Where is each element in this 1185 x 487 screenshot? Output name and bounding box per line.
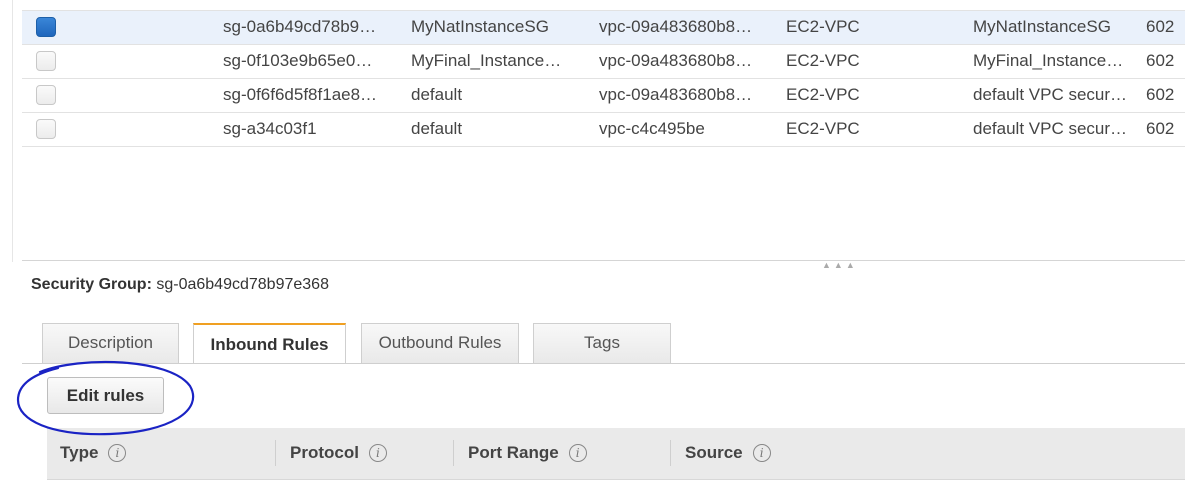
group-id-cell: sg-0f6f6d5f8f1ae8… bbox=[223, 85, 378, 104]
description-cell: MyFinal_Instance… bbox=[973, 51, 1124, 70]
type-cell: EC2-VPC bbox=[786, 119, 860, 138]
vpc-id-cell: vpc-09a483680b8… bbox=[599, 85, 753, 104]
owner-cell: 602 bbox=[1146, 119, 1175, 138]
rules-table-header: Type i Protocol i Port Range i Source i bbox=[47, 428, 1185, 480]
column-header-label: Type bbox=[60, 443, 99, 462]
type-cell: EC2-VPC bbox=[786, 51, 860, 70]
vpc-id-cell: vpc-09a483680b8… bbox=[599, 51, 753, 70]
info-icon[interactable]: i bbox=[568, 444, 587, 462]
column-separator bbox=[453, 440, 454, 466]
group-name-cell: MyNatInstanceSG bbox=[411, 17, 549, 36]
row-checkbox[interactable] bbox=[36, 119, 56, 139]
table-row[interactable]: sg-0a6b49cd78b9… MyNatInstanceSG vpc-09a… bbox=[22, 11, 1185, 45]
pane-splitter[interactable] bbox=[22, 260, 1185, 261]
table-row[interactable]: sg-a34c03f1 default vpc-c4c495be EC2-VPC… bbox=[22, 113, 1185, 147]
edit-rules-button[interactable]: Edit rules bbox=[47, 377, 164, 414]
tab-description[interactable]: Description bbox=[42, 323, 179, 363]
vpc-id-cell: vpc-c4c495be bbox=[599, 119, 705, 138]
column-header-source[interactable]: Source i bbox=[685, 443, 771, 463]
row-checkbox[interactable] bbox=[36, 17, 56, 37]
left-border bbox=[12, 0, 13, 262]
column-header-protocol[interactable]: Protocol i bbox=[290, 443, 387, 463]
group-name-cell: default bbox=[411, 85, 463, 104]
tab-tags[interactable]: Tags bbox=[533, 323, 671, 363]
tab-outbound-rules[interactable]: Outbound Rules bbox=[361, 323, 519, 363]
security-group-id: sg-0a6b49cd78b97e368 bbox=[156, 276, 329, 293]
tabs-divider bbox=[22, 363, 1185, 364]
table-row-partial bbox=[22, 0, 1185, 11]
column-header-label: Source bbox=[685, 443, 743, 462]
description-cell: default VPC secur… bbox=[973, 119, 1128, 138]
group-id-cell: sg-0a6b49cd78b9… bbox=[223, 17, 377, 36]
info-icon[interactable]: i bbox=[368, 444, 387, 462]
group-id-cell: sg-0f103e9b65e0… bbox=[223, 51, 373, 70]
vpc-id-cell: vpc-09a483680b8… bbox=[599, 17, 753, 36]
group-id-cell: sg-a34c03f1 bbox=[223, 119, 317, 138]
column-separator bbox=[670, 440, 671, 466]
owner-cell: 602 bbox=[1146, 17, 1175, 36]
column-header-type[interactable]: Type i bbox=[60, 443, 127, 463]
tab-inbound-rules[interactable]: Inbound Rules bbox=[193, 323, 346, 364]
column-header-port-range[interactable]: Port Range i bbox=[468, 443, 587, 463]
row-checkbox[interactable] bbox=[36, 85, 56, 105]
info-icon[interactable]: i bbox=[752, 444, 771, 462]
type-cell: EC2-VPC bbox=[786, 17, 860, 36]
owner-cell: 602 bbox=[1146, 85, 1175, 104]
info-icon[interactable]: i bbox=[108, 444, 127, 462]
security-group-label: Security Group: bbox=[31, 276, 152, 293]
security-group-heading: Security Group: sg-0a6b49cd78b97e368 bbox=[31, 276, 329, 294]
table-row[interactable]: sg-0f6f6d5f8f1ae8… default vpc-09a483680… bbox=[22, 79, 1185, 113]
group-name-cell: MyFinal_Instance… bbox=[411, 51, 562, 70]
column-separator bbox=[275, 440, 276, 466]
column-header-label: Port Range bbox=[468, 443, 559, 462]
description-cell: default VPC secur… bbox=[973, 85, 1128, 104]
group-name-cell: default bbox=[411, 119, 463, 138]
row-checkbox[interactable] bbox=[36, 51, 56, 71]
table-row[interactable]: sg-0f103e9b65e0… MyFinal_Instance… vpc-0… bbox=[22, 45, 1185, 79]
type-cell: EC2-VPC bbox=[786, 85, 860, 104]
description-cell: MyNatInstanceSG bbox=[973, 17, 1111, 36]
splitter-grip-icon[interactable]: ▲▲▲ bbox=[822, 261, 858, 270]
column-header-label: Protocol bbox=[290, 443, 359, 462]
owner-cell: 602 bbox=[1146, 51, 1175, 70]
